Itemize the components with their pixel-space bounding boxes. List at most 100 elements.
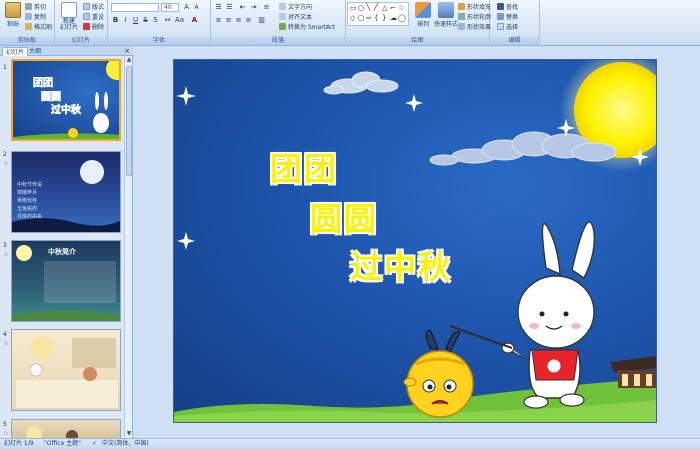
align-center-button[interactable]: ≡ — [224, 16, 233, 25]
char-spacing-button[interactable]: ↔ — [163, 16, 172, 25]
delete-icon — [83, 23, 90, 30]
font-size-combo[interactable]: 40 — [161, 3, 179, 12]
scroll-thumb[interactable] — [126, 66, 132, 176]
paste-button[interactable]: 粘贴 — [2, 2, 24, 28]
pomelo-lantern — [403, 329, 474, 418]
quick-styles-button[interactable]: 快速样式 — [434, 2, 458, 28]
quick-styles-icon — [438, 2, 454, 18]
font-name-combo[interactable] — [111, 3, 159, 12]
columns-button[interactable]: ▥ — [257, 16, 266, 25]
text-direction-button[interactable]: 文字方向 — [279, 2, 312, 11]
tab-slides[interactable]: 幻灯片 — [2, 47, 29, 56]
align-right-button[interactable]: ≡ — [234, 16, 243, 25]
thumb1-title-line: 圆圆 — [41, 91, 61, 103]
italic-button[interactable]: I — [121, 16, 130, 25]
reset-icon — [83, 13, 90, 20]
drawing-label: 绘图 — [346, 37, 489, 45]
select-button[interactable]: 选择 — [497, 22, 518, 31]
replace-button[interactable]: 替换 — [497, 12, 518, 21]
new-slide-button[interactable]: 新建 幻灯片 — [57, 2, 81, 31]
scroll-up-icon[interactable]: ▲ — [125, 56, 133, 64]
bold-button[interactable]: B — [111, 16, 120, 25]
brush-icon — [25, 23, 32, 30]
shadow-button[interactable]: S — [151, 16, 160, 25]
slide-thumbnail-4[interactable] — [11, 329, 121, 411]
smartart-icon — [279, 23, 286, 30]
slide-thumbnail-3[interactable]: 中秋简介 — [11, 240, 121, 322]
slide-title-line[interactable]: 团团 — [270, 144, 338, 190]
decrease-indent-button[interactable]: ⇤ — [238, 3, 247, 12]
align-text-button[interactable]: 对齐文本 — [279, 12, 312, 21]
scissors-icon — [25, 3, 32, 10]
new-slide-icon — [61, 2, 77, 18]
thumb3-title: 中秋简介 — [48, 247, 77, 256]
align-text-icon — [279, 13, 286, 20]
shape-fill-button[interactable]: 形状填充 — [458, 2, 491, 11]
layout-icon — [83, 3, 90, 10]
slide-title-line[interactable]: 过中秋 — [350, 242, 452, 288]
thumb-number: 1 — [3, 64, 7, 71]
pane-scrollbar[interactable]: ▲ ▼ — [124, 56, 132, 438]
layout-button[interactable]: 版式 — [83, 2, 104, 11]
slide-title-line[interactable]: 圆圆 — [310, 194, 378, 240]
binoculars-icon — [497, 3, 504, 10]
language-label[interactable]: 中文(简体，中国) — [102, 439, 149, 449]
numbering-button[interactable]: ☰ — [225, 3, 234, 12]
status-bar: 幻灯片 1/9 "Office 主题" ✓ 中文(简体，中国) — [0, 438, 700, 449]
bullets-button[interactable]: ☰ — [214, 3, 223, 12]
smartart-button[interactable]: 转换为 SmartArt — [279, 22, 335, 31]
slides-group: 新建 幻灯片 版式 重设 删除 幻灯片 — [55, 0, 108, 46]
close-icon[interactable]: × — [124, 47, 130, 55]
thumb1-title-line: 团团 — [33, 77, 53, 89]
arrange-button[interactable]: 排列 — [412, 2, 434, 28]
delete-button[interactable]: 删除 — [83, 22, 104, 31]
clipboard-group: 粘贴 剪切 复制 格式刷 剪贴板 — [0, 0, 55, 46]
thumb2-art: 中秋节传说 嫦娥奔月 吴刚伐桂 玉兔捣药 月饼的由来 — [12, 160, 120, 232]
shrink-font-button[interactable]: A — [192, 3, 201, 12]
shape-effects-button[interactable]: 形状效果 — [458, 22, 491, 31]
tab-outline[interactable]: 大纲 — [26, 47, 44, 56]
align-left-button[interactable]: ≡ — [214, 16, 223, 25]
change-case-button[interactable]: Aa — [175, 16, 184, 25]
font-label: 字体 — [108, 37, 210, 45]
clipboard-label: 剪贴板 — [0, 37, 54, 45]
rabbit — [501, 221, 595, 409]
grow-font-button[interactable]: A — [182, 3, 191, 12]
transition-icon: ☆ — [3, 430, 9, 437]
pen-icon — [458, 13, 465, 20]
thumb2-text: 嫦娥奔月 — [17, 189, 37, 196]
cloud-top — [323, 71, 399, 95]
strikethrough-button[interactable]: S — [141, 16, 150, 25]
font-color-button[interactable]: A — [190, 16, 199, 25]
line-spacing-button[interactable]: ≡ — [262, 3, 271, 12]
increase-indent-button[interactable]: ⇥ — [249, 3, 258, 12]
theme-name: "Office 主题" — [44, 440, 81, 447]
cut-button[interactable]: 剪切 — [25, 2, 46, 11]
shape-outline-button[interactable]: 形状轮廓 — [458, 12, 491, 21]
drawing-group: ▭ ○ ╲ ╱ △ ⌐ ☆ ◇ ▢ ⇨{} ☁ ◯ 排列 快速样式 形状填充 形状轮廓 形状效果 绘… — [346, 0, 491, 46]
thumb2-text: 吴刚伐桂 — [17, 197, 37, 204]
slide-thumbnail-5[interactable] — [11, 419, 121, 438]
slide-canvas[interactable]: 团团 圆圆 过中秋 — [173, 59, 657, 423]
thumb2-text: 中秋节传说 — [17, 181, 42, 188]
thumb1-art: 团团 圆圆 过中秋 — [13, 61, 119, 139]
replace-icon — [497, 13, 504, 20]
slide-thumbnail-2[interactable]: 中秋节传说 嫦娥奔月 吴刚伐桂 玉兔捣药 月饼的由来 — [11, 151, 121, 233]
justify-button[interactable]: ≡ — [244, 16, 253, 25]
thumb1-title-line: 过中秋 — [51, 103, 82, 116]
transition-icon: ☆ — [3, 160, 9, 167]
thumb3-art: 中秋简介 — [12, 245, 120, 321]
paragraph-group: ☰ ☰ ⇤ ⇥ ≡ ≡ ≡ ≡ ≡ ▥ 文字方向 对齐文本 转换为 SmartA… — [211, 0, 346, 46]
find-button[interactable]: 查找 — [497, 2, 518, 11]
editing-label: 编辑 — [490, 37, 539, 45]
copy-button[interactable]: 复制 — [25, 12, 46, 21]
spellcheck-icon[interactable]: ✓ — [92, 439, 97, 449]
font-group: 40 A A B I U S S ↔ Aa A 字体 — [108, 0, 211, 46]
thumb2-text: 玉兔捣药 — [17, 205, 37, 212]
shapes-gallery[interactable]: ▭ ○ ╲ ╱ △ ⌐ ☆ ◇ ▢ ⇨{} ☁ ◯ — [347, 2, 409, 26]
scroll-down-icon[interactable]: ▼ — [125, 430, 133, 438]
format-painter-button[interactable]: 格式刷 — [25, 22, 52, 31]
underline-button[interactable]: U — [131, 16, 140, 25]
slide-thumbnail-1[interactable]: 团团 圆圆 过中秋 — [11, 59, 121, 141]
reset-button[interactable]: 重设 — [83, 12, 104, 21]
